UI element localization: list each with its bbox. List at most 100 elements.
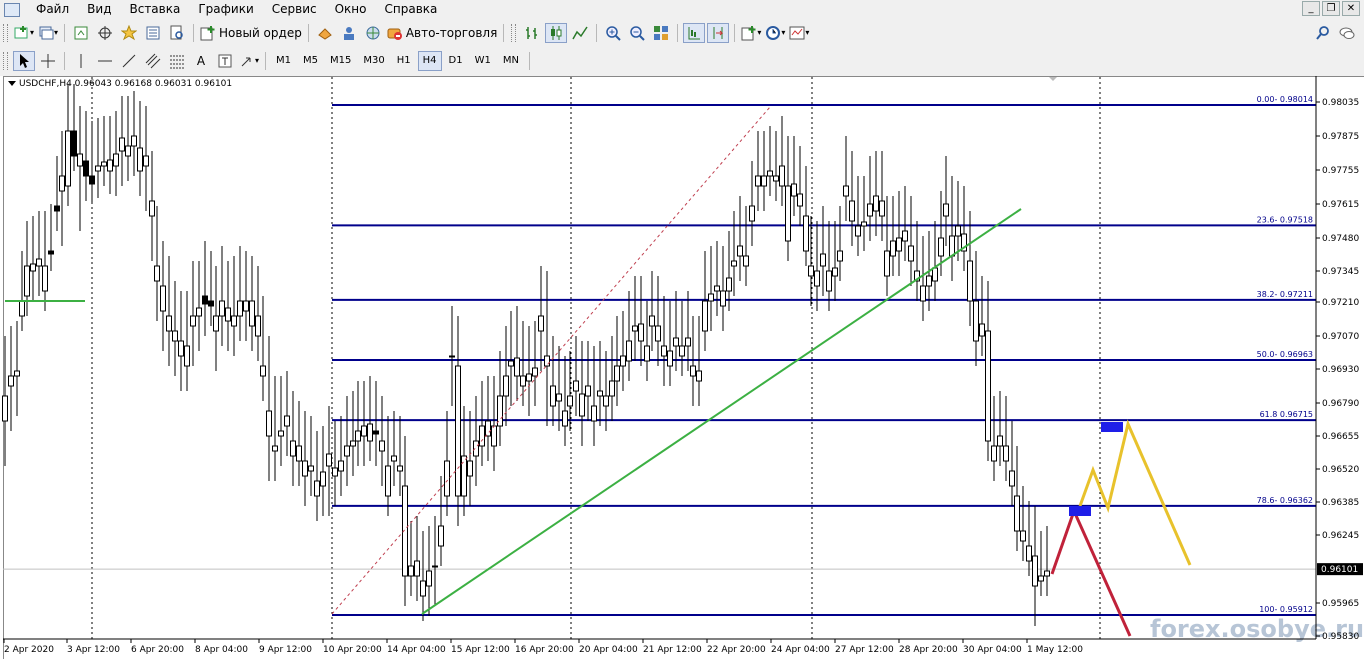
- bear-candle: [208, 300, 214, 307]
- menu-file[interactable]: Файл: [28, 0, 79, 19]
- vertical-line-button[interactable]: [70, 51, 92, 71]
- zoom-out-button[interactable]: [626, 23, 648, 43]
- timeframe-h1[interactable]: H1: [392, 51, 416, 71]
- candlestick-chart-button[interactable]: [545, 22, 568, 43]
- autotrading-button[interactable]: Авто-торговля: [386, 23, 499, 43]
- signals-button[interactable]: [338, 23, 360, 43]
- close-button[interactable]: ✕: [1342, 1, 1360, 16]
- fibonacci-button[interactable]: [166, 51, 188, 71]
- toolbar-grip[interactable]: [3, 23, 8, 42]
- bull-candle: [679, 345, 685, 357]
- timeframe-m30[interactable]: M30: [358, 51, 389, 71]
- bull-candle: [708, 293, 714, 302]
- trendline-button[interactable]: [118, 51, 140, 71]
- bull-candle: [160, 285, 166, 312]
- bull-candle: [544, 355, 550, 367]
- timeframe-d1[interactable]: D1: [444, 51, 468, 71]
- equidistant-channel-button[interactable]: [142, 51, 164, 71]
- text-label-button[interactable]: [214, 51, 236, 71]
- bull-candle: [949, 235, 955, 257]
- timeframe-m15[interactable]: M15: [325, 51, 356, 71]
- periods-button[interactable]: ▾: [764, 23, 786, 43]
- bull-candle: [266, 410, 272, 437]
- bullish-projection: [1078, 419, 1192, 566]
- chat-button[interactable]: [1336, 23, 1358, 43]
- search-icon: [1316, 25, 1329, 40]
- bull-candle: [154, 265, 160, 282]
- timeframe-h4[interactable]: H4: [417, 50, 442, 71]
- timeframe-m1[interactable]: M1: [271, 51, 296, 71]
- price-tick-label: 0.97480: [1322, 234, 1359, 244]
- fib-level-label: 38.2- 0.97211: [1257, 290, 1313, 299]
- bull-candle: [408, 565, 414, 577]
- bull-candle: [908, 245, 914, 262]
- chart-shift-button[interactable]: [683, 22, 706, 43]
- bull-candle: [149, 200, 155, 217]
- bull-candle: [737, 245, 743, 257]
- toolbar-grip[interactable]: [511, 23, 517, 42]
- navigator-button[interactable]: [118, 23, 140, 43]
- strategy-tester-button[interactable]: [166, 23, 188, 43]
- autotrading-icon: [387, 28, 402, 40]
- crosshair-tool-button[interactable]: [37, 51, 59, 71]
- bull-candle: [626, 340, 632, 362]
- bar-chart-button[interactable]: [521, 23, 543, 43]
- tile-windows-button[interactable]: [650, 23, 672, 43]
- menu-view[interactable]: Вид: [79, 0, 121, 19]
- bull-candle: [420, 580, 426, 597]
- bull-candle: [30, 263, 36, 272]
- bull-candle: [101, 161, 107, 167]
- price-chart[interactable]: 0.00- 0.98014 23.6- 0.97518 38.2- 0.97211 5…: [0, 76, 1364, 659]
- timeframe-mn[interactable]: MN: [498, 51, 524, 71]
- new-order-button[interactable]: Новый ордер: [199, 23, 303, 43]
- menu-tools[interactable]: Сервис: [264, 0, 327, 19]
- time-label: 8 Apr 04:00: [195, 645, 248, 655]
- text-tool-button[interactable]: A: [190, 51, 212, 71]
- toolbar-grip[interactable]: [3, 51, 8, 70]
- chart-window[interactable]: USDCHF,H4 0.96043 0.96168 0.96031 0.9610…: [0, 76, 1364, 659]
- autoscroll-button[interactable]: [707, 22, 730, 43]
- profiles-button[interactable]: ▾: [37, 23, 59, 43]
- timeframe-w1[interactable]: W1: [470, 51, 496, 71]
- vertical-line-icon: [80, 53, 82, 68]
- restore-button[interactable]: ❐: [1322, 1, 1340, 16]
- profiles-icon: [39, 26, 54, 39]
- zoom-in-button[interactable]: [602, 23, 624, 43]
- bull-candle: [849, 200, 855, 222]
- price-tick-label: 0.97755: [1322, 166, 1359, 176]
- price-tick-label: 0.97210: [1322, 298, 1359, 308]
- bull-candle: [696, 370, 702, 382]
- indicators-button[interactable]: ▾: [740, 23, 762, 43]
- line-chart-button[interactable]: [569, 23, 591, 43]
- search-button[interactable]: [1312, 23, 1334, 43]
- arrows-button[interactable]: ▾: [238, 51, 260, 71]
- menu-help[interactable]: Справка: [377, 0, 448, 19]
- data-window-button[interactable]: [94, 23, 116, 43]
- bull-candle: [231, 315, 237, 327]
- minimize-button[interactable]: _: [1302, 1, 1320, 16]
- trendline: [421, 208, 1022, 615]
- vps-button[interactable]: [362, 23, 384, 43]
- new-chart-button[interactable]: ▾: [13, 23, 35, 43]
- bull-candle: [579, 393, 585, 417]
- bull-candle: [597, 390, 603, 397]
- market-watch-button[interactable]: [70, 23, 92, 43]
- timeframe-m5[interactable]: M5: [298, 51, 323, 71]
- bull-candle: [855, 225, 861, 237]
- bull-candle: [609, 380, 615, 397]
- menu-charts[interactable]: Графики: [190, 0, 263, 19]
- bull-candle: [702, 300, 708, 332]
- terminal-button[interactable]: [142, 23, 164, 43]
- bull-candle: [985, 330, 991, 442]
- cursor-tool-button[interactable]: [13, 50, 35, 71]
- templates-button[interactable]: ▾: [788, 23, 810, 43]
- bull-candle: [59, 175, 65, 192]
- app-icon[interactable]: [4, 2, 20, 17]
- price-tick-label: 0.95965: [1322, 599, 1359, 609]
- zoom-in-icon: [606, 25, 622, 41]
- star-folder-icon: [121, 24, 138, 40]
- horizontal-line-button[interactable]: [94, 51, 116, 71]
- menu-window[interactable]: Окно: [327, 0, 377, 19]
- metaeditor-button[interactable]: [314, 23, 336, 43]
- menu-insert[interactable]: Вставка: [121, 0, 190, 19]
